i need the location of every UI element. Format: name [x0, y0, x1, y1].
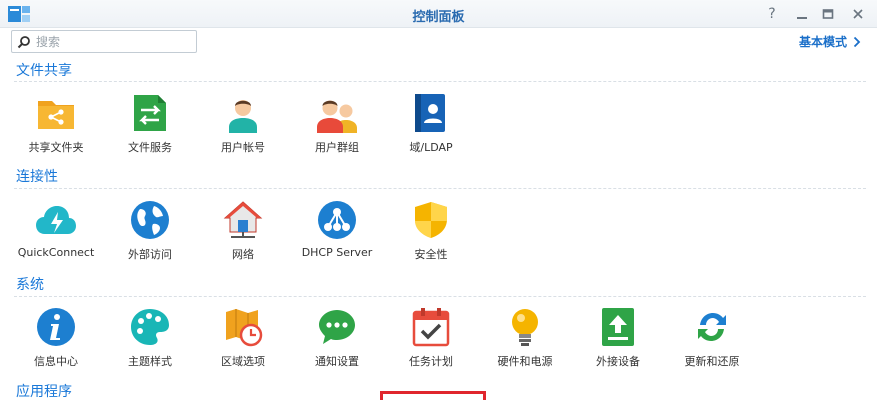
basic-mode-link[interactable]: 基本模式	[799, 33, 861, 50]
item-info-center[interactable]: 信息中心	[8, 307, 104, 379]
help-button[interactable]: ?	[762, 4, 782, 24]
section-divider	[14, 296, 866, 297]
item-shared-folder[interactable]: 共享文件夹	[8, 93, 104, 165]
notification-icon	[319, 310, 355, 344]
close-icon	[853, 9, 863, 19]
help-icon: ?	[768, 6, 776, 22]
highlight-box	[380, 391, 486, 400]
section-title-applications: 应用程序	[16, 384, 72, 400]
item-label: 网络	[232, 248, 254, 261]
user-icon	[229, 100, 257, 133]
domain-ldap-icon	[415, 94, 445, 132]
item-label: 安全性	[414, 248, 448, 261]
section-title-file-sharing: 文件共享	[16, 63, 72, 79]
item-label: 硬件和电源	[497, 355, 553, 368]
item-label: 外部访问	[128, 248, 172, 261]
item-label: 用户帐号	[221, 141, 265, 154]
item-theme[interactable]: 主题样式	[102, 307, 198, 379]
section-title-system: 系统	[16, 277, 44, 293]
item-security[interactable]: 安全性	[383, 200, 479, 272]
network-icon	[223, 201, 263, 238]
search-icon	[17, 36, 30, 49]
item-quickconnect[interactable]: QuickConnect	[8, 200, 104, 272]
item-external-devices[interactable]: 外接设备	[570, 307, 666, 379]
item-external-access[interactable]: 外部访问	[102, 200, 198, 272]
item-dhcp-server[interactable]: DHCP Server	[289, 200, 385, 272]
item-label: 更新和还原	[684, 355, 740, 368]
item-task-scheduler[interactable]: 任务计划	[383, 307, 479, 379]
item-label: 外接设备	[596, 355, 640, 368]
item-label: 用户群组	[315, 141, 359, 154]
task-scheduler-icon	[412, 308, 450, 347]
section-divider	[14, 81, 866, 82]
maximize-icon	[822, 9, 834, 19]
window-title: 控制面板	[412, 10, 465, 25]
hardware-power-icon	[512, 309, 538, 346]
item-file-services[interactable]: 文件服务	[102, 93, 198, 165]
item-regional-options[interactable]: 区域选项	[195, 307, 291, 379]
title-bar: 控制面板 ?	[0, 0, 877, 28]
maximize-button[interactable]	[818, 4, 838, 24]
section-title-connectivity: 连接性	[16, 169, 58, 185]
theme-icon	[131, 309, 169, 345]
item-update-restore[interactable]: 更新和还原	[664, 307, 760, 379]
item-network[interactable]: 网络	[195, 200, 291, 272]
item-label: 信息中心	[34, 355, 78, 368]
item-label: 通知设置	[315, 355, 359, 368]
item-notification[interactable]: 通知设置	[289, 307, 385, 379]
close-button[interactable]	[848, 4, 868, 24]
item-group[interactable]: 用户群组	[289, 93, 385, 165]
quickconnect-icon	[36, 206, 76, 234]
item-hardware-power[interactable]: 硬件和电源	[477, 307, 573, 379]
group-icon	[317, 100, 357, 133]
item-label: QuickConnect	[17, 246, 95, 259]
item-label: 共享文件夹	[28, 141, 84, 154]
item-label: 任务计划	[409, 355, 453, 368]
search-box[interactable]	[11, 30, 197, 53]
external-devices-icon	[602, 308, 634, 346]
basic-mode-label: 基本模式	[798, 35, 847, 49]
item-domain-ldap[interactable]: 域/LDAP	[383, 93, 479, 165]
regional-options-icon	[226, 309, 263, 347]
section-divider	[14, 188, 866, 189]
dhcp-server-icon	[318, 201, 356, 239]
item-label: 主题样式	[128, 355, 172, 368]
shared-folder-icon	[38, 101, 74, 129]
item-label: 区域选项	[221, 355, 265, 368]
file-services-icon	[134, 95, 166, 131]
item-user[interactable]: 用户帐号	[195, 93, 291, 165]
search-input[interactable]	[36, 33, 192, 50]
security-icon	[415, 202, 447, 238]
chevron-right-icon	[853, 36, 861, 47]
minimize-icon	[797, 17, 807, 19]
external-access-icon	[131, 201, 169, 239]
update-restore-icon	[698, 313, 726, 341]
minimize-button[interactable]	[792, 4, 812, 24]
item-label: 文件服务	[128, 141, 172, 154]
item-label: DHCP Server	[301, 246, 373, 259]
info-center-icon	[37, 308, 75, 346]
item-label: 域/LDAP	[409, 141, 453, 154]
